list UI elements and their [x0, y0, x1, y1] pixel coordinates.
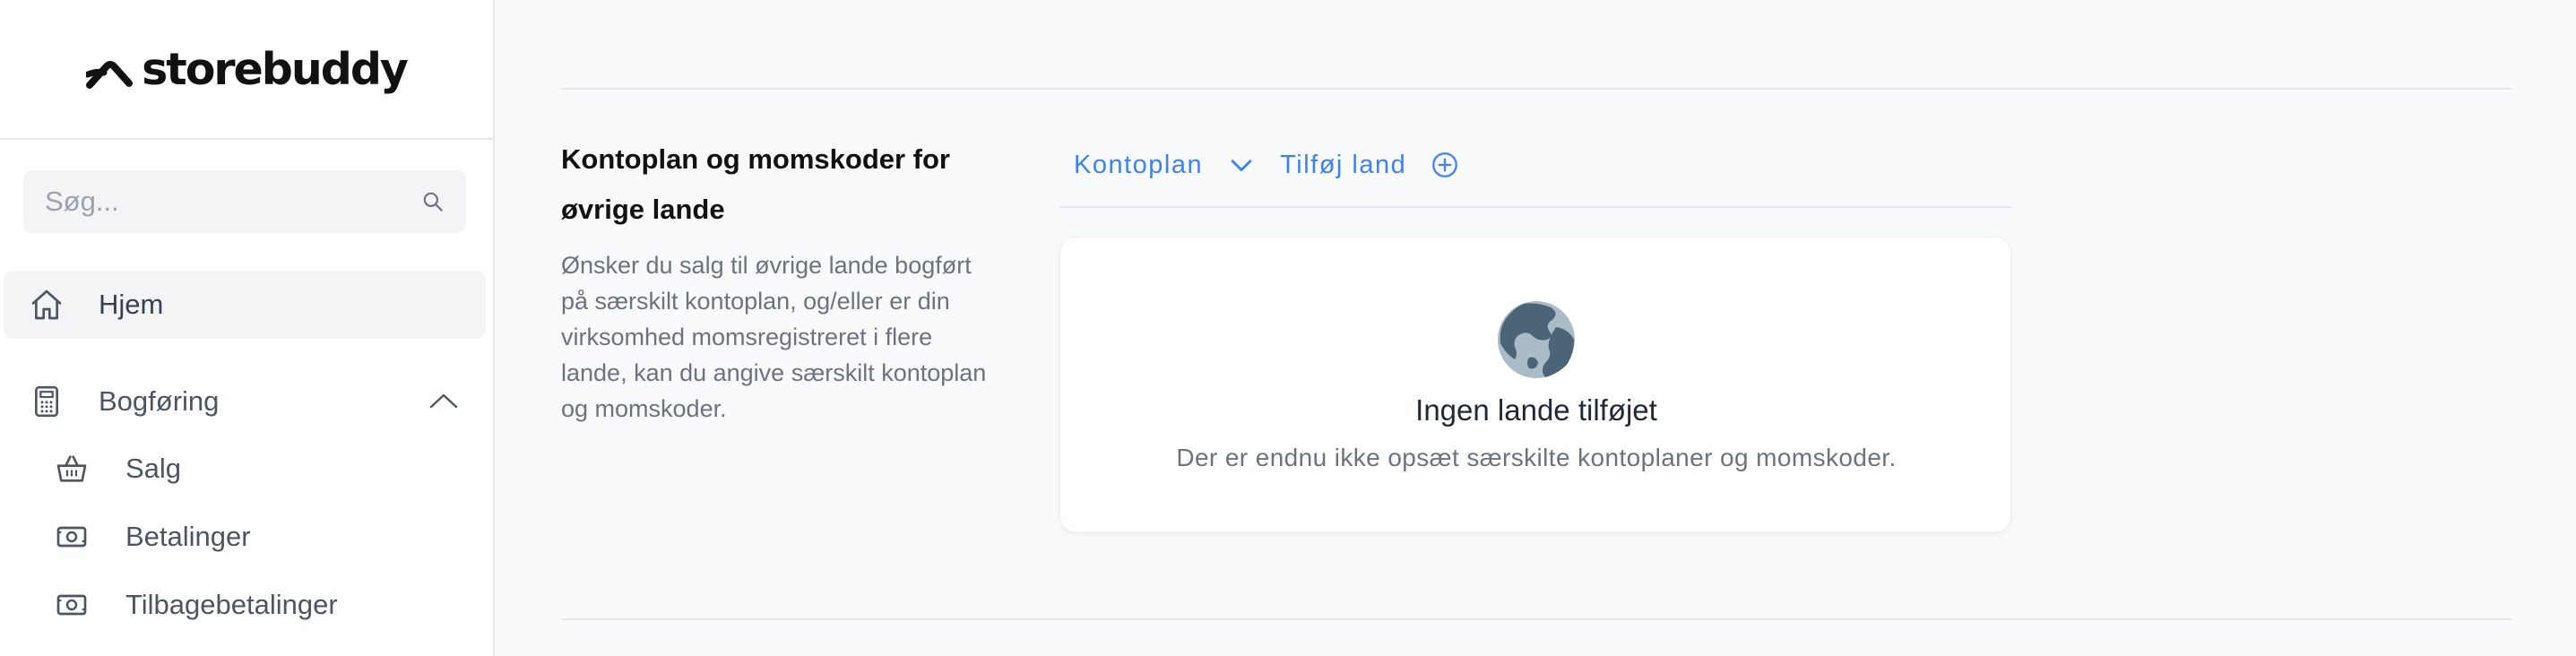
home-icon — [31, 289, 62, 320]
search-icon[interactable] — [421, 190, 445, 213]
sidebar-item-betalinger[interactable]: Betalinger — [54, 505, 484, 568]
globe-icon — [1498, 301, 1575, 378]
brand-name: storebuddy — [142, 43, 409, 95]
brand-logo[interactable]: storebuddy — [0, 0, 493, 140]
empty-state-description: Der er endnu ikke opsæt særskilte kontop… — [1176, 444, 1897, 471]
sidebar-item-bogforing[interactable]: Bogføring — [4, 367, 486, 436]
sidebar: storebuddy Hjem Bogføring — [0, 0, 495, 656]
tab-label: Kontoplan — [1074, 150, 1204, 179]
basket-icon — [56, 455, 87, 482]
section-description: Ønsker du salg til øvrige lande bogført … — [561, 252, 987, 422]
main-content: Kontoplan og momskoder for øvrige lande … — [497, 0, 2576, 656]
section-divider — [561, 88, 2511, 90]
sidebar-item-home[interactable]: Hjem — [4, 271, 486, 339]
storebuddy-logo-icon — [86, 61, 134, 89]
tab-label: Tilføj land — [1280, 150, 1407, 179]
search-input[interactable] — [45, 186, 421, 218]
country-tabs: Kontoplan Tilføj land — [1059, 140, 2011, 208]
sidebar-item-label: Bogføring — [99, 385, 220, 417]
sidebar-item-label: Tilbagebetalinger — [125, 589, 338, 620]
empty-state-title: Ingen lande tilføjet — [1415, 393, 1657, 427]
sidebar-item-label: Salg — [125, 453, 182, 484]
search-box[interactable] — [23, 170, 466, 233]
sidebar-item-label: Betalinger — [125, 521, 251, 552]
empty-state-card: Ingen lande tilføjet Der er endnu ikke o… — [1059, 237, 2011, 532]
add-country-button[interactable]: Tilføj land — [1280, 140, 1460, 190]
chevron-up-icon[interactable] — [428, 391, 459, 410]
section-title: Kontoplan og momskoder for øvrige lande — [561, 143, 950, 225]
sidebar-item-salg[interactable]: Salg — [54, 437, 484, 500]
banknote-icon — [56, 594, 87, 616]
section-divider — [561, 618, 2511, 620]
chevron-down-icon — [1231, 160, 1252, 172]
tab-kontoplan[interactable]: Kontoplan — [1074, 140, 1257, 190]
sidebar-item-label: Hjem — [99, 289, 164, 320]
plus-circle-icon — [1432, 152, 1458, 177]
sidebar-item-tilbagebetalinger[interactable]: Tilbagebetalinger — [54, 574, 484, 636]
banknote-icon — [56, 526, 87, 548]
calculator-icon — [35, 385, 58, 418]
